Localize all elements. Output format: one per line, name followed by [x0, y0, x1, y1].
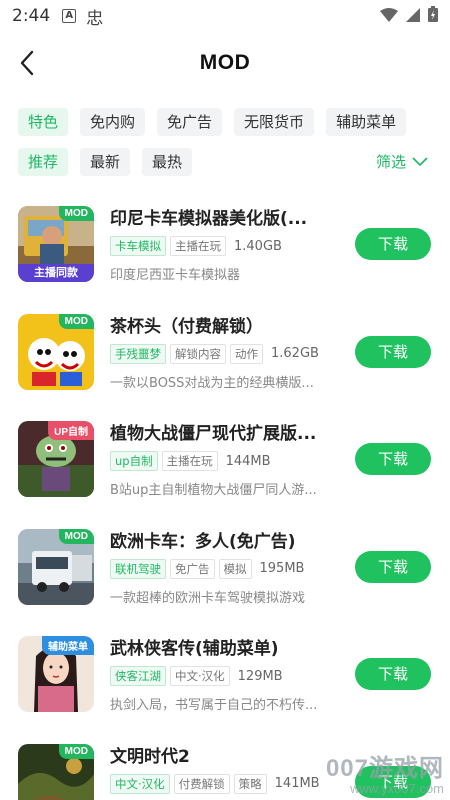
list-item[interactable]: MOD 欧洲卡车：多人(免广告) 联机驾驶 免广告 模拟 195MB 一款超棒的…	[0, 515, 450, 623]
app-name[interactable]: 茶杯头（付费解锁）	[110, 312, 340, 337]
signal-icon	[406, 7, 420, 26]
chip-mod-menu[interactable]: 辅助菜单	[326, 108, 407, 136]
download-button[interactable]: 下载	[355, 658, 431, 690]
wifi-icon	[380, 7, 398, 26]
mod-menu-badge: 辅助菜单	[42, 636, 94, 655]
app-tags: up自制 主播在玩 144MB	[110, 451, 271, 471]
tag: 免广告	[170, 558, 215, 579]
battery-icon	[428, 6, 438, 26]
app-icon-euro-truck[interactable]: MOD	[18, 528, 94, 605]
app-tags: 侠客江湖 中文·汉化 129MB	[110, 666, 283, 686]
tag: 策略	[233, 773, 267, 794]
tag: 主播在玩	[170, 236, 226, 256]
tag: 中文·汉化	[170, 666, 230, 686]
app-description: 一款超棒的欧洲卡车驾驶模拟游戏	[110, 590, 306, 606]
category-filter-row: 特色 免内购 免广告 无限货币 辅助菜单	[18, 108, 450, 136]
app-icon-pvz-modern[interactable]: UP自制	[18, 421, 94, 497]
back-arrow-icon	[20, 50, 34, 76]
tag: 付费解锁	[173, 773, 230, 794]
app-description: 一款以BOSS对战为主的经典横版...	[110, 375, 314, 391]
list-item[interactable]: MOD 文明时代2 中文·汉化 付费解锁 策略 141MB 下载	[0, 730, 450, 800]
app-size: 195MB	[259, 561, 305, 576]
mod-badge: MOD	[58, 313, 94, 329]
download-button[interactable]: 下载	[355, 550, 431, 583]
app-icon-wulin-xiake[interactable]: 辅助菜单	[18, 636, 94, 712]
app-tags: 手残噩梦 解锁内容 动作 1.62GB	[110, 343, 319, 364]
app-description: B站up主自制植物大战僵尸同人游...	[110, 483, 317, 498]
app-tags: 卡车模拟 主播在玩 1.40GB	[110, 236, 282, 256]
chip-no-ads[interactable]: 免广告	[157, 108, 223, 136]
app-name[interactable]: 印尼卡车模拟器美化版(...	[110, 204, 340, 229]
app-name[interactable]: 文明时代2	[110, 742, 340, 767]
download-button[interactable]: 下载	[355, 443, 431, 475]
tag: up自制	[110, 451, 158, 471]
page-title: MOD	[199, 51, 251, 74]
filter-button[interactable]: 筛选	[376, 148, 428, 176]
download-button[interactable]: 下载	[355, 335, 431, 368]
tag: 手残噩梦	[110, 343, 166, 364]
download-button[interactable]: 下载	[355, 765, 431, 798]
app-size: 129MB	[237, 668, 283, 684]
mod-badge: MOD	[58, 528, 94, 544]
app-name[interactable]: 武林侠客传(辅助菜单)	[110, 634, 340, 659]
app-icon-civilization-era-2[interactable]: MOD	[18, 743, 94, 800]
icon-caption: 主播同款	[34, 266, 78, 279]
app-description: 印度尼西亚卡车模拟器	[110, 268, 241, 283]
mod-badge: MOD	[58, 743, 94, 759]
filter-label: 筛选	[375, 153, 406, 171]
list-item[interactable]: MOD 茶杯头（付费解锁） 手残噩梦 解锁内容 动作 1.62GB 一款以BOS…	[0, 300, 450, 408]
app-icon-cuphead[interactable]: MOD	[18, 313, 94, 390]
sort-hottest[interactable]: 最热	[142, 148, 193, 176]
app-description: 执剑入局，书写属于自己的不朽传...	[110, 698, 318, 713]
app-notification-icon: 忠	[86, 8, 104, 29]
app-size: 1.62GB	[271, 346, 319, 361]
a-notification-icon: A	[62, 9, 77, 23]
header: MOD	[0, 40, 450, 86]
download-button[interactable]: 下载	[355, 228, 431, 260]
back-button[interactable]	[12, 48, 42, 78]
tag: 模拟	[218, 558, 252, 579]
list-item[interactable]: UP自制 植物大战僵尸现代扩展版... up自制 主播在玩 144MB B站up…	[0, 407, 450, 515]
sort-recommended[interactable]: 推荐	[18, 148, 69, 176]
app-size: 1.40GB	[234, 238, 282, 254]
app-list: MOD 主播同款 印尼卡车模拟器美化版(... 卡车模拟 主播在玩 1.40GB…	[0, 192, 450, 800]
app-tags: 中文·汉化 付费解锁 策略 141MB	[110, 773, 320, 794]
status-time: 2:44	[12, 6, 51, 26]
tag: 卡车模拟	[110, 236, 166, 256]
tag: 解锁内容	[170, 343, 226, 364]
list-item[interactable]: MOD 主播同款 印尼卡车模拟器美化版(... 卡车模拟 主播在玩 1.40GB…	[0, 192, 450, 300]
app-tags: 联机驾驶 免广告 模拟 195MB	[110, 558, 305, 579]
chip-unlimited-currency[interactable]: 无限货币	[234, 108, 315, 136]
app-name[interactable]: 植物大战僵尸现代扩展版...	[110, 419, 340, 444]
list-item[interactable]: 辅助菜单 武林侠客传(辅助菜单) 侠客江湖 中文·汉化 129MB 执剑入局，书…	[0, 622, 450, 730]
sort-filter-row: 推荐 最新 最热	[18, 148, 193, 176]
chevron-down-icon	[412, 157, 428, 167]
sort-newest[interactable]: 最新	[80, 148, 131, 176]
tag: 动作	[230, 343, 263, 364]
mod-badge: MOD	[58, 206, 94, 221]
tag: 联机驾驶	[110, 558, 166, 579]
app-icon-truck-indonesia[interactable]: MOD 主播同款	[18, 206, 94, 282]
app-size: 141MB	[274, 776, 320, 791]
chip-no-iap[interactable]: 免内购	[80, 108, 146, 136]
tag: 主播在玩	[161, 451, 218, 471]
tag: 中文·汉化	[110, 773, 170, 794]
app-name[interactable]: 欧洲卡车：多人(免广告)	[110, 527, 340, 552]
tag: 侠客江湖	[110, 666, 166, 686]
up-made-badge: UP自制	[48, 421, 94, 440]
chip-featured[interactable]: 特色	[18, 108, 69, 136]
app-size: 144MB	[225, 453, 271, 469]
status-bar: 2:44 A 忠	[0, 0, 450, 32]
